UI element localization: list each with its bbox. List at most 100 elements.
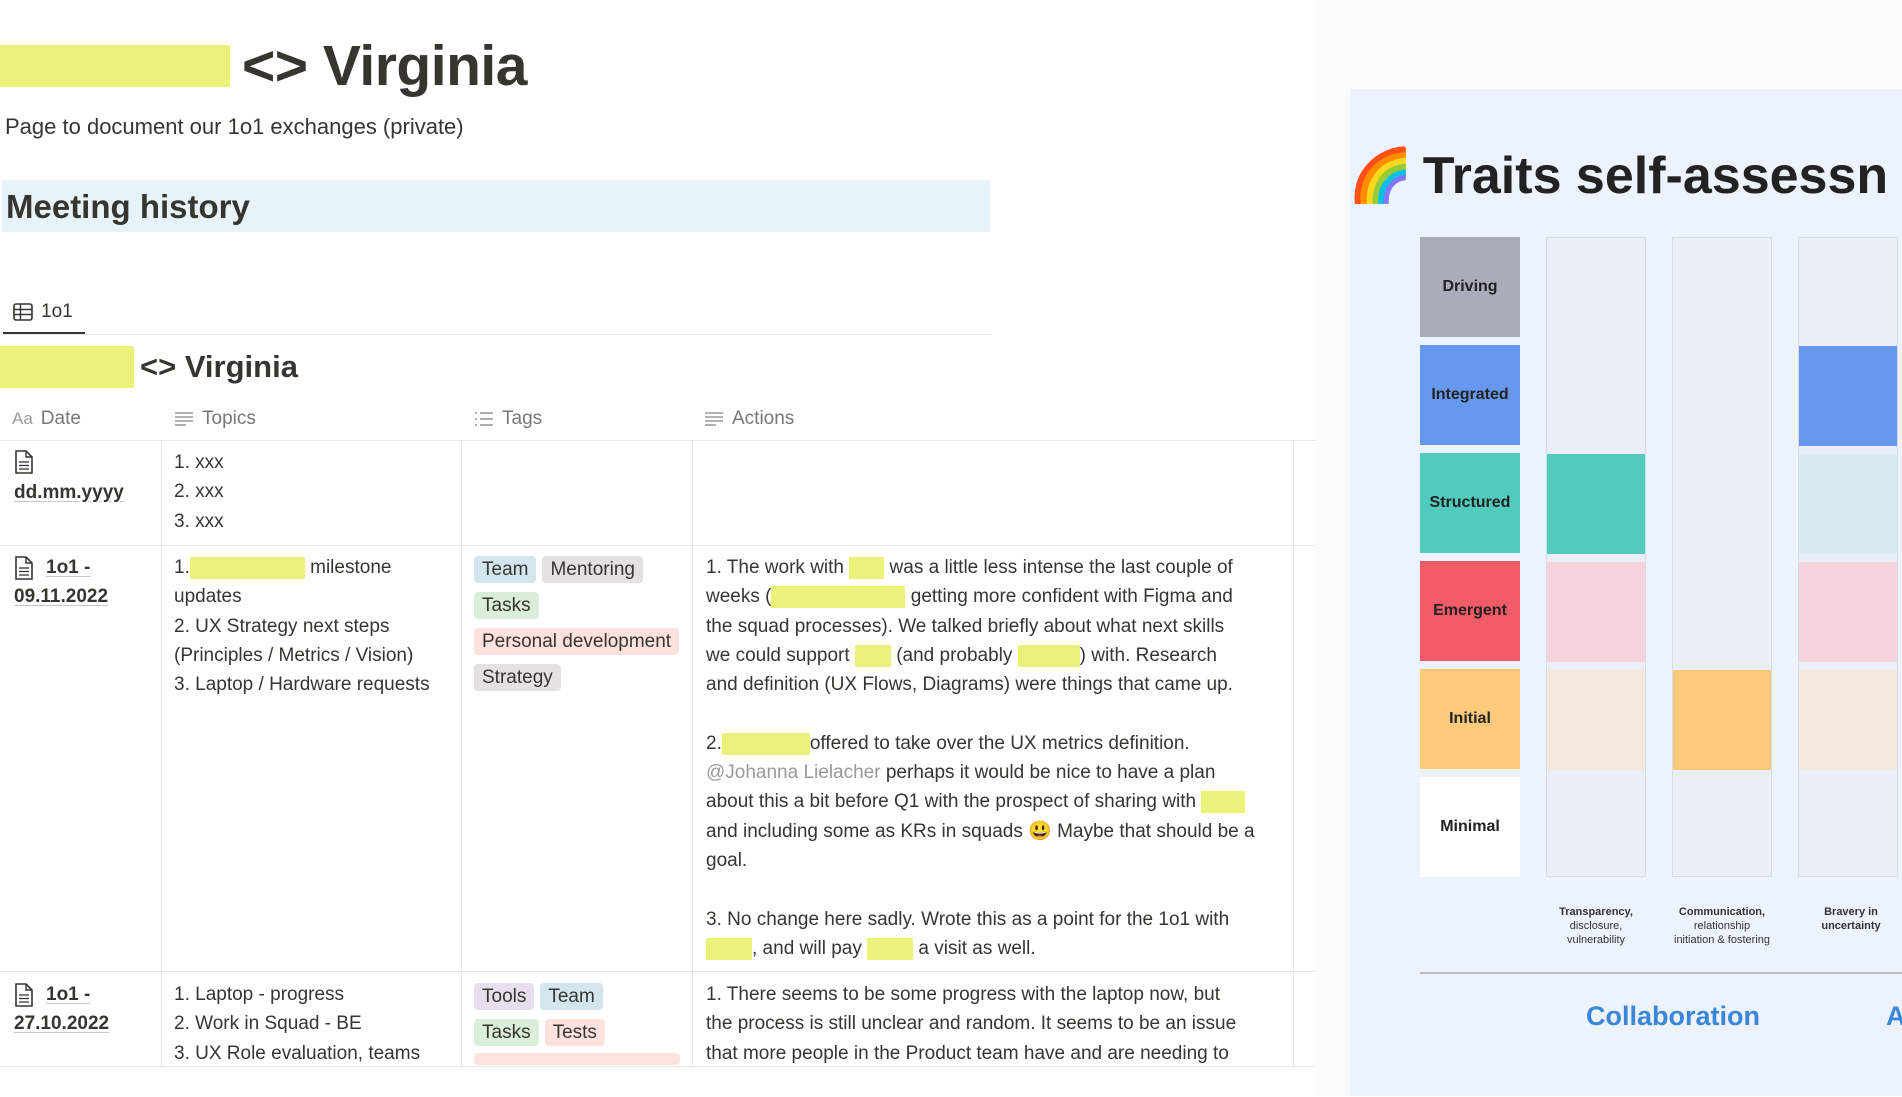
redacted-text: [189, 556, 305, 579]
action-text: we could support: [706, 644, 855, 666]
row-actions: 1. The work with was a little less inten…: [706, 553, 1282, 992]
trait-label-line: vulnerability: [1566, 934, 1626, 946]
action-text: getting more confident with Figma and: [905, 586, 1233, 608]
page-icon: [15, 555, 33, 580]
tag-chip-clipped[interactable]: [474, 1053, 680, 1065]
column-label: Tags: [502, 408, 543, 429]
column-header-actions[interactable]: Actions: [704, 398, 794, 440]
tag-chip[interactable]: Mentoring: [542, 556, 643, 583]
topic-item: 2. xxx: [174, 481, 224, 503]
action-text: about this a bit before Q1 with the pros…: [706, 791, 1202, 813]
tag-chip[interactable]: Personal development: [474, 628, 680, 655]
action-text: goal.: [706, 849, 748, 871]
trait-label-line: relationship: [1693, 920, 1751, 932]
callout-heading-text: Meeting history: [6, 188, 250, 225]
column-header-tags[interactable]: Tags: [474, 398, 542, 440]
topic-text: 1.: [174, 557, 190, 578]
row-tags: Team Mentoring Tasks Personal development…: [474, 556, 694, 700]
levels-legend-column: Driving Integrated Structured Emergent I…: [1420, 237, 1520, 877]
action-text: 1. There seems to be some progress with …: [706, 984, 1220, 1005]
redacted-text: [706, 937, 752, 960]
row-topics: 1. xxx 2. xxx 3. xxx: [174, 448, 224, 536]
selected-level-block: [1799, 346, 1897, 446]
traits-card: 🌈 Traits self-assessn Driving Integrated…: [1350, 89, 1902, 1096]
table-row-template-date[interactable]: dd.mm.yyyy: [14, 450, 124, 507]
action-text: ) with. Research: [1079, 644, 1217, 666]
figure-title-text: Traits self-assessn: [1422, 146, 1889, 205]
action-text: (and probably: [890, 644, 1018, 666]
text-lines-icon: [175, 412, 193, 426]
topic-item: (Principles / Metrics / Vision): [174, 644, 414, 666]
level-integrated: Integrated: [1420, 345, 1520, 445]
level-emergent: Emergent: [1420, 561, 1520, 661]
redacted-text: [721, 732, 810, 755]
topic-item: 2. Work in Squad - BE: [174, 1013, 362, 1035]
redacted-text: [867, 937, 914, 960]
row-date-line: 27.10.2022: [14, 1013, 110, 1035]
page-title: <> Virginia: [0, 28, 527, 103]
tag-chip[interactable]: Tasks: [474, 1019, 539, 1046]
row-date-line: 1o1 -: [46, 984, 91, 1005]
table-row-09-11-2022-date[interactable]: 1o1 - 09.11.2022: [14, 553, 108, 612]
below-level-block: [1799, 454, 1897, 554]
level-minimal: Minimal: [1420, 777, 1520, 877]
topic-item: updates: [174, 586, 242, 608]
text-lines-icon: [705, 412, 723, 426]
tab-1o1-table-view[interactable]: 1o1: [3, 292, 85, 334]
action-text: , and will pay: [752, 937, 868, 959]
redacted-text: [1201, 791, 1246, 814]
trait-column-bravery: [1798, 237, 1898, 877]
tag-chip[interactable]: Tasks: [474, 592, 539, 619]
row-divider: [0, 545, 1316, 546]
topic-item: 3. UX Role evaluation, teams: [174, 1042, 421, 1064]
figure-title: 🌈 Traits self-assessn: [1350, 145, 1888, 206]
topic-item: 1. xxx: [174, 452, 224, 473]
row-date-line: 1o1 -: [46, 557, 91, 578]
page-description: Page to document our 1o1 exchanges (priv…: [5, 114, 464, 139]
page-icon: [15, 982, 33, 1007]
page-title-text: <> Virginia: [242, 33, 527, 98]
action-text: offered to take over the UX metrics defi…: [809, 732, 1190, 754]
tab-label: 1o1: [41, 301, 73, 322]
table-icon: [13, 303, 33, 321]
row-date-line: 09.11.2022: [14, 586, 109, 608]
tag-chip[interactable]: Strategy: [474, 664, 561, 691]
trait-label-bravery: Bravery in uncertainty: [1796, 905, 1902, 933]
row-actions: 1. There seems to be some progress with …: [706, 980, 1282, 1068]
row-topics: 1. Laptop - progress 2. Work in Squad - …: [174, 980, 420, 1068]
database-title[interactable]: <> Virginia: [0, 346, 298, 388]
trait-label-communication: Communication, relationship initiation &…: [1667, 905, 1777, 947]
tag-chip[interactable]: Tools: [474, 983, 535, 1010]
column-header-topics[interactable]: Topics: [174, 398, 256, 440]
table-row-27-10-2022-date[interactable]: 1o1 - 27.10.2022: [14, 980, 109, 1039]
column-header-date[interactable]: Aa Date: [12, 398, 81, 440]
column-divider: [692, 440, 693, 1066]
topic-item: 1. milestone: [174, 553, 459, 582]
level-structured: Structured: [1420, 453, 1520, 553]
trait-column-transparency: [1546, 237, 1646, 877]
redacted-text: [771, 586, 906, 609]
column-divider: [1293, 440, 1294, 1066]
action-text: weeks (: [706, 586, 772, 608]
action-text: perhaps it would be nice to have a plan: [880, 762, 1216, 784]
action-paragraph: 2. offered to take over the UX metrics de…: [706, 729, 1282, 875]
category-divider: [1420, 972, 1902, 974]
column-label: Date: [40, 408, 81, 429]
topic-item: 2. UX Strategy next steps: [174, 615, 390, 637]
rainbow-icon: 🌈: [1350, 147, 1413, 205]
category-clipped: A: [1886, 1001, 1902, 1031]
tab-divider: [3, 334, 991, 335]
category-collaboration: Collaboration: [1586, 1001, 1760, 1031]
action-paragraph: 3. No change here sadly. Wrote this as a…: [706, 905, 1282, 964]
traits-figure-panel: 🌈 Traits self-assessn Driving Integrated…: [1316, 0, 1902, 1096]
user-mention[interactable]: @Johanna Lielacher: [706, 762, 881, 783]
trait-label-title: Transparency,: [1559, 906, 1633, 918]
tag-chip[interactable]: Team: [540, 983, 603, 1010]
column-label: Actions: [732, 408, 795, 429]
tag-chip[interactable]: Team: [474, 556, 537, 583]
trait-label-title: Bravery in: [1824, 906, 1878, 918]
trait-label-title: Communication,: [1678, 906, 1766, 918]
notion-page: <> Virginia Page to document our 1o1 exc…: [0, 0, 1316, 1097]
selected-level-block: [1547, 454, 1645, 554]
tag-chip[interactable]: Tests: [544, 1019, 605, 1046]
